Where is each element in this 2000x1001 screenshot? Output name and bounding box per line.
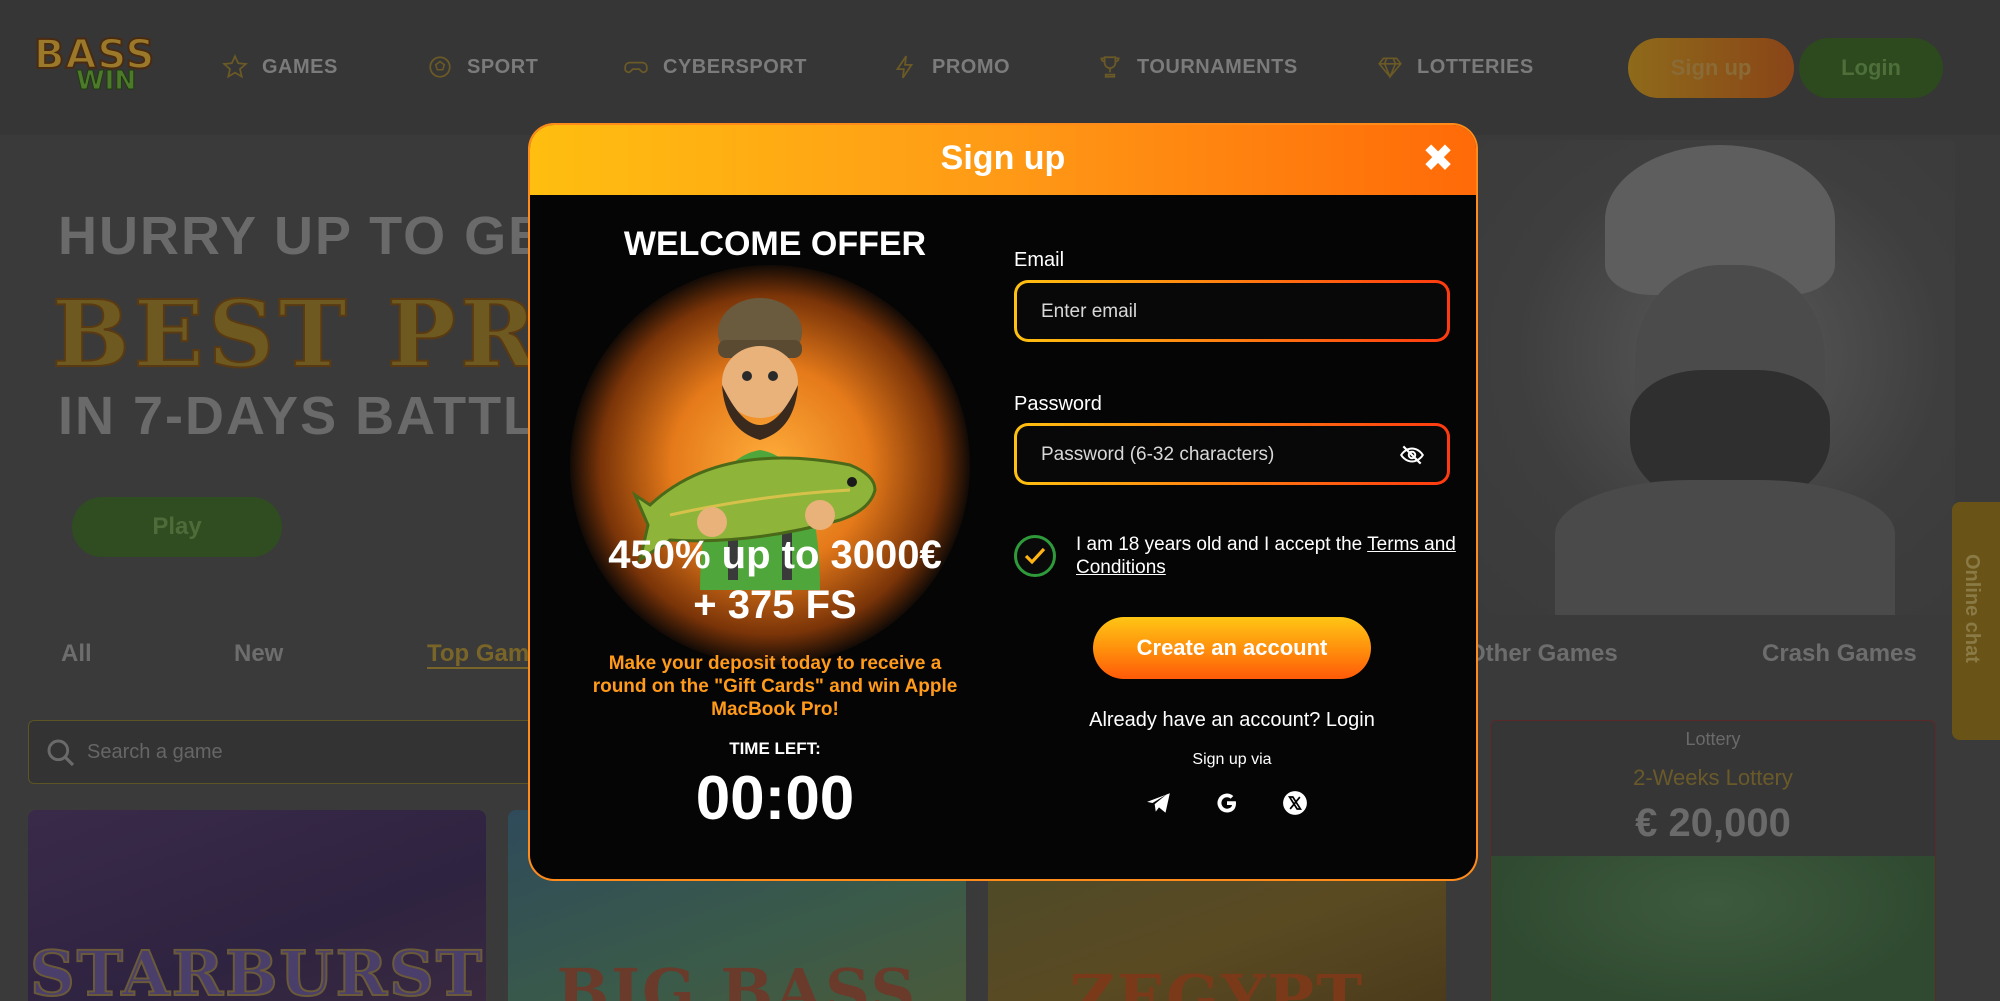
lottery-card[interactable]: Lottery 2-Weeks Lottery € 20,000 [1490,720,1936,1001]
hero-character-image [1455,140,1955,615]
nav-label: CYBERSPORT [663,55,807,78]
tab-top-games[interactable]: Top Gam [427,640,529,668]
diamond-icon [1378,57,1402,79]
main-nav: GAMES SPORT CYBERSPORT PROMO TOURNAMENTS… [222,50,1577,84]
nav-item-tournaments[interactable]: TOURNAMENTS [1097,50,1377,84]
online-chat-label: Online chat [1961,554,1983,663]
lottery-amount: € 20,000 [1635,801,1791,845]
nav-item-games[interactable]: GAMES [222,50,427,84]
terms-text: I am 18 years old and I accept the Terms… [1076,533,1456,579]
star-icon [222,54,248,79]
nav-item-cybersport[interactable]: CYBERSPORT [623,50,892,84]
tab-other-games[interactable]: Other Games [1467,640,1618,668]
game-card-title: ZEGYPT [1069,961,1365,1001]
modal-header: Sign up ✖ [530,125,1476,195]
search-placeholder: Search a game [87,741,223,763]
nav-label: LOTTERIES [1417,55,1534,78]
soccer-ball-icon [429,56,451,78]
nav-label: SPORT [467,55,539,78]
gamepad-icon [624,61,648,73]
password-field[interactable]: Password (6-32 characters) [1014,423,1450,485]
nav-item-sport[interactable]: SPORT [427,50,623,84]
game-search-input[interactable]: Search a game [28,720,548,784]
checkmark-icon [1024,547,1046,565]
lottery-prize-image [1491,856,1935,1001]
header-signup-button[interactable]: Sign up [1628,38,1794,98]
terms-prefix: I am 18 years old and I accept the [1076,534,1368,555]
eye-slash-icon[interactable] [1399,442,1425,468]
nav-label: PROMO [932,55,1011,78]
password-label: Password [1014,393,1102,415]
nav-label: GAMES [262,55,338,78]
signup-modal: Sign up ✖ WELCOME OFFER 450% up to 3000€… [530,125,1476,879]
search-icon [47,739,75,767]
email-placeholder: Enter email [1041,301,1138,322]
tab-all[interactable]: All [61,640,92,668]
signup-via-label: Sign up via [1192,751,1272,768]
logo-line2: WIN [75,66,137,97]
create-account-button[interactable]: Create an account [1093,617,1371,679]
email-field[interactable]: Enter email [1014,280,1450,342]
x-icon[interactable] [1282,790,1308,816]
terms-checkbox[interactable] [1014,535,1056,577]
lightning-icon [895,55,914,79]
lottery-name: 2-Weeks Lottery [1633,765,1793,790]
header-login-button[interactable]: Login [1799,38,1943,98]
email-label: Email [1014,249,1065,271]
password-placeholder: Password (6-32 characters) [1041,444,1275,465]
offer-amount-line2: + 375 FS [693,583,857,627]
nav-label: TOURNAMENTS [1137,55,1298,78]
welcome-offer-title: WELCOME OFFER [623,225,927,263]
trophy-icon [1100,56,1120,78]
hero-line2: BEST PRI [51,279,588,389]
online-chat-tab[interactable]: Online chat [1952,502,2000,740]
site-header: BASS WIN GAMES SPORT CYBERSPORT PROMO TO… [0,0,2000,135]
lottery-tag: Lottery [1685,729,1741,749]
offer-amount: 450% up to 3000€ + 375 FS [530,530,1020,630]
already-have-account-login-link[interactable]: Already have an account? Login [1014,709,1450,732]
tab-crash-games[interactable]: Crash Games [1762,640,1917,668]
game-card-title: BIG BASS [556,955,918,1001]
nav-item-lotteries[interactable]: LOTTERIES [1377,50,1577,84]
nav-item-promo[interactable]: PROMO [892,50,1097,84]
hero-line1: HURRY UP TO GE [58,206,547,266]
telegram-icon[interactable] [1146,790,1172,816]
social-signup-buttons [1146,790,1308,816]
modal-title: Sign up [940,139,1066,177]
site-logo[interactable]: BASS WIN [30,30,178,100]
tab-new[interactable]: New [234,640,283,668]
offer-amount-line1: 450% up to 3000€ [608,533,942,577]
hero-play-button[interactable]: Play [72,497,282,557]
hero-line3: IN 7-DAYS BATTL [58,386,539,446]
time-left-label: TIME LEFT: [729,739,821,758]
game-card-title: STARBURST [29,936,485,1001]
google-icon[interactable] [1214,790,1240,816]
time-left-countdown: 00:00 [695,764,855,833]
game-card-starburst[interactable]: STARBURST [28,810,486,1001]
offer-description: Make your deposit today to receive a rou… [592,653,958,720]
close-icon[interactable]: ✖ [1418,139,1458,179]
